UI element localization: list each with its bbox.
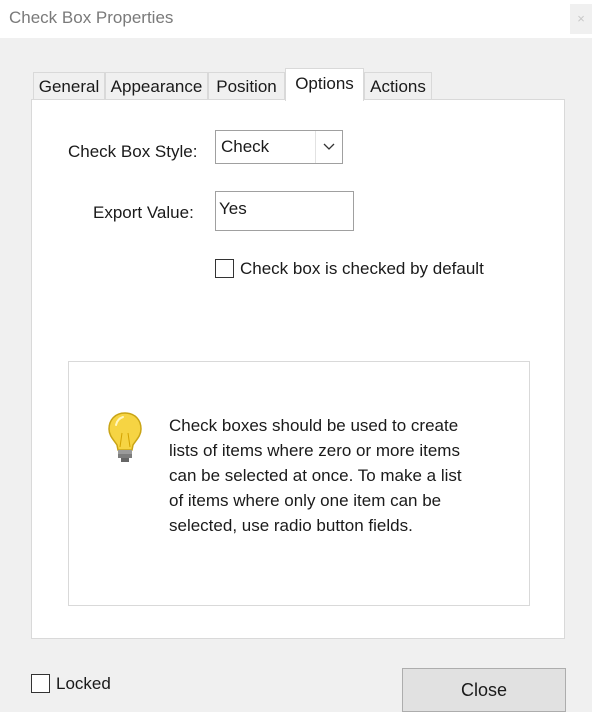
window-title: Check Box Properties (9, 8, 174, 27)
check-box-style-value: Check (221, 137, 270, 156)
export-value-input[interactable]: Yes (215, 191, 354, 231)
export-value-text: Yes (219, 199, 247, 218)
checked-by-default-checkbox[interactable] (215, 259, 234, 278)
locked-label[interactable]: Locked (56, 674, 111, 694)
info-line: can be selected at once. To make a list (169, 466, 462, 485)
title-bar: Check Box Properties × (0, 0, 592, 38)
info-line: selected, use radio button fields. (169, 516, 413, 535)
tab-actions[interactable]: Actions (364, 72, 432, 100)
close-button[interactable]: Close (402, 668, 566, 712)
window-close-icon[interactable]: × (570, 4, 592, 34)
export-value-label: Export Value: (93, 203, 194, 222)
info-text: Check boxes should be used to create lis… (169, 413, 499, 538)
tab-general[interactable]: General (33, 72, 105, 100)
locked-checkbox[interactable] (31, 674, 50, 693)
tab-options[interactable]: Options (285, 68, 364, 101)
check-box-style-select[interactable]: Check (215, 130, 343, 164)
lightbulb-icon (107, 411, 143, 463)
info-line: of items where only one item can be (169, 491, 442, 510)
info-line: lists of items where zero or more items (169, 441, 460, 460)
tab-appearance[interactable]: Appearance (105, 72, 208, 100)
info-line: Check boxes should be used to create (169, 416, 459, 435)
checked-by-default-label[interactable]: Check box is checked by default (240, 259, 484, 279)
check-box-style-label: Check Box Style: (68, 142, 198, 161)
tab-position[interactable]: Position (208, 72, 285, 100)
chevron-down-icon (315, 131, 342, 163)
